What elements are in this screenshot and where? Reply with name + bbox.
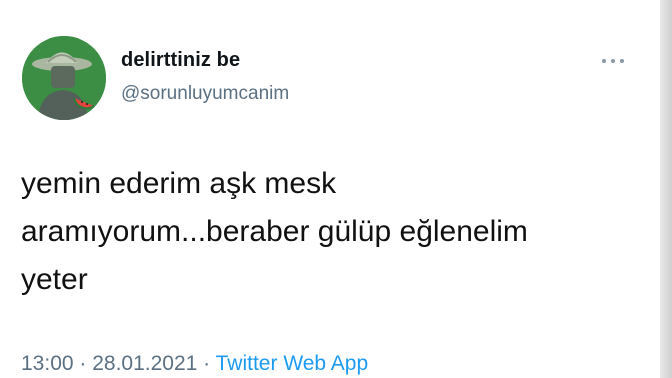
more-options-icon[interactable] — [598, 54, 628, 68]
tweet-text-line: aramıyorum...beraber gülüp eğlenelim — [21, 215, 528, 248]
tweet-card: delirttiniz be @sorunluyumcanim yemin ed… — [0, 0, 660, 378]
tweet-metadata: 13:00 · 28.01.2021 · Twitter Web App — [21, 352, 368, 376]
tweet-text-line: yemin ederim aşk mesk — [21, 167, 337, 200]
meta-separator: · — [197, 352, 216, 375]
display-name[interactable]: delirttiniz be — [121, 49, 240, 72]
tweet-time[interactable]: 13:00 — [21, 352, 74, 375]
meta-separator: · — [73, 352, 93, 375]
tweet-text: yemin ederim aşk mesk aramıyorum...berab… — [21, 160, 641, 304]
tweet-date[interactable]: 28.01.2021 — [92, 352, 197, 375]
avatar[interactable] — [22, 36, 106, 120]
tweet-source-link[interactable]: Twitter Web App — [216, 352, 369, 375]
tweet-text-line: yeter — [21, 263, 88, 296]
user-handle[interactable]: @sorunluyumcanim — [121, 83, 289, 105]
screen-edge — [660, 0, 672, 378]
avatar-illustration-icon — [22, 36, 106, 120]
